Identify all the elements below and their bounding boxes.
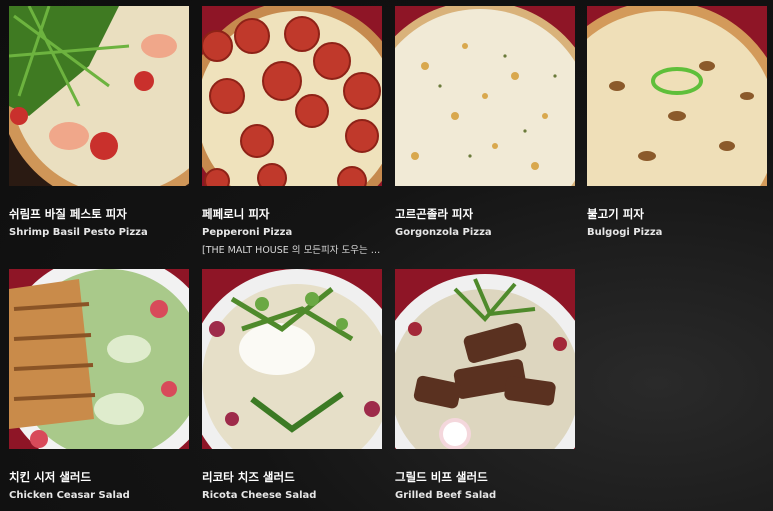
ricotta-cheese-salad-image[interactable] [202, 269, 382, 449]
menu-item-name-en: Chicken Ceasar Salad [9, 490, 130, 501]
bulgogi-pizza-image[interactable] [587, 6, 767, 186]
menu-item-name-ko: 그릴드 비프 샐러드 [395, 470, 488, 484]
menu-item-name-ko: 불고기 피자 [587, 207, 644, 221]
menu-item-name-en: Pepperoni Pizza [202, 227, 293, 238]
gorgonzola-pizza-image[interactable] [395, 6, 575, 186]
menu-item-name-en: Grilled Beef Salad [395, 490, 497, 501]
menu-card-ricotta-cheese-salad[interactable]: 리코타 치즈 샐러드 Ricota Cheese Salad [202, 269, 382, 501]
menu-item-name-en: Bulgogi Pizza [587, 227, 663, 238]
menu-card-pepperoni-pizza[interactable]: 페페로니 피자 Pepperoni Pizza [THE MALT HOUSE … [202, 6, 382, 256]
shrimp-basil-pesto-pizza-image[interactable] [9, 6, 189, 186]
menu-item-name-ko: 치킨 시저 샐러드 [9, 470, 92, 484]
menu-item-name-en: Gorgonzola Pizza [395, 227, 492, 238]
menu-card-gorgonzola-pizza[interactable]: 고르곤졸라 피자 Gorgonzola Pizza [395, 6, 575, 238]
chicken-caesar-salad-image[interactable] [9, 269, 189, 449]
menu-item-description: [THE MALT HOUSE 의 모든피자 도우는 매... [202, 245, 382, 256]
menu-card-shrimp-basil-pesto-pizza[interactable]: 쉬림프 바질 페스토 피자 Shrimp Basil Pesto Pizza [9, 6, 189, 238]
pepperoni-pizza-image[interactable] [202, 6, 382, 186]
menu-item-name-ko: 리코타 치즈 샐러드 [202, 470, 295, 484]
menu-item-name-ko: 페페로니 피자 [202, 207, 270, 221]
menu-card-grilled-beef-salad[interactable]: 그릴드 비프 샐러드 Grilled Beef Salad [395, 269, 575, 501]
menu-item-name-ko: 고르곤졸라 피자 [395, 207, 474, 221]
menu-card-chicken-caesar-salad[interactable]: 치킨 시저 샐러드 Chicken Ceasar Salad [9, 269, 189, 501]
menu-item-name-en: Ricota Cheese Salad [202, 490, 317, 501]
menu-item-name-ko: 쉬림프 바질 페스토 피자 [9, 207, 127, 221]
menu-item-name-en: Shrimp Basil Pesto Pizza [9, 227, 148, 238]
grilled-beef-salad-image[interactable] [395, 269, 575, 449]
menu-card-bulgogi-pizza[interactable]: 불고기 피자 Bulgogi Pizza [587, 6, 767, 238]
